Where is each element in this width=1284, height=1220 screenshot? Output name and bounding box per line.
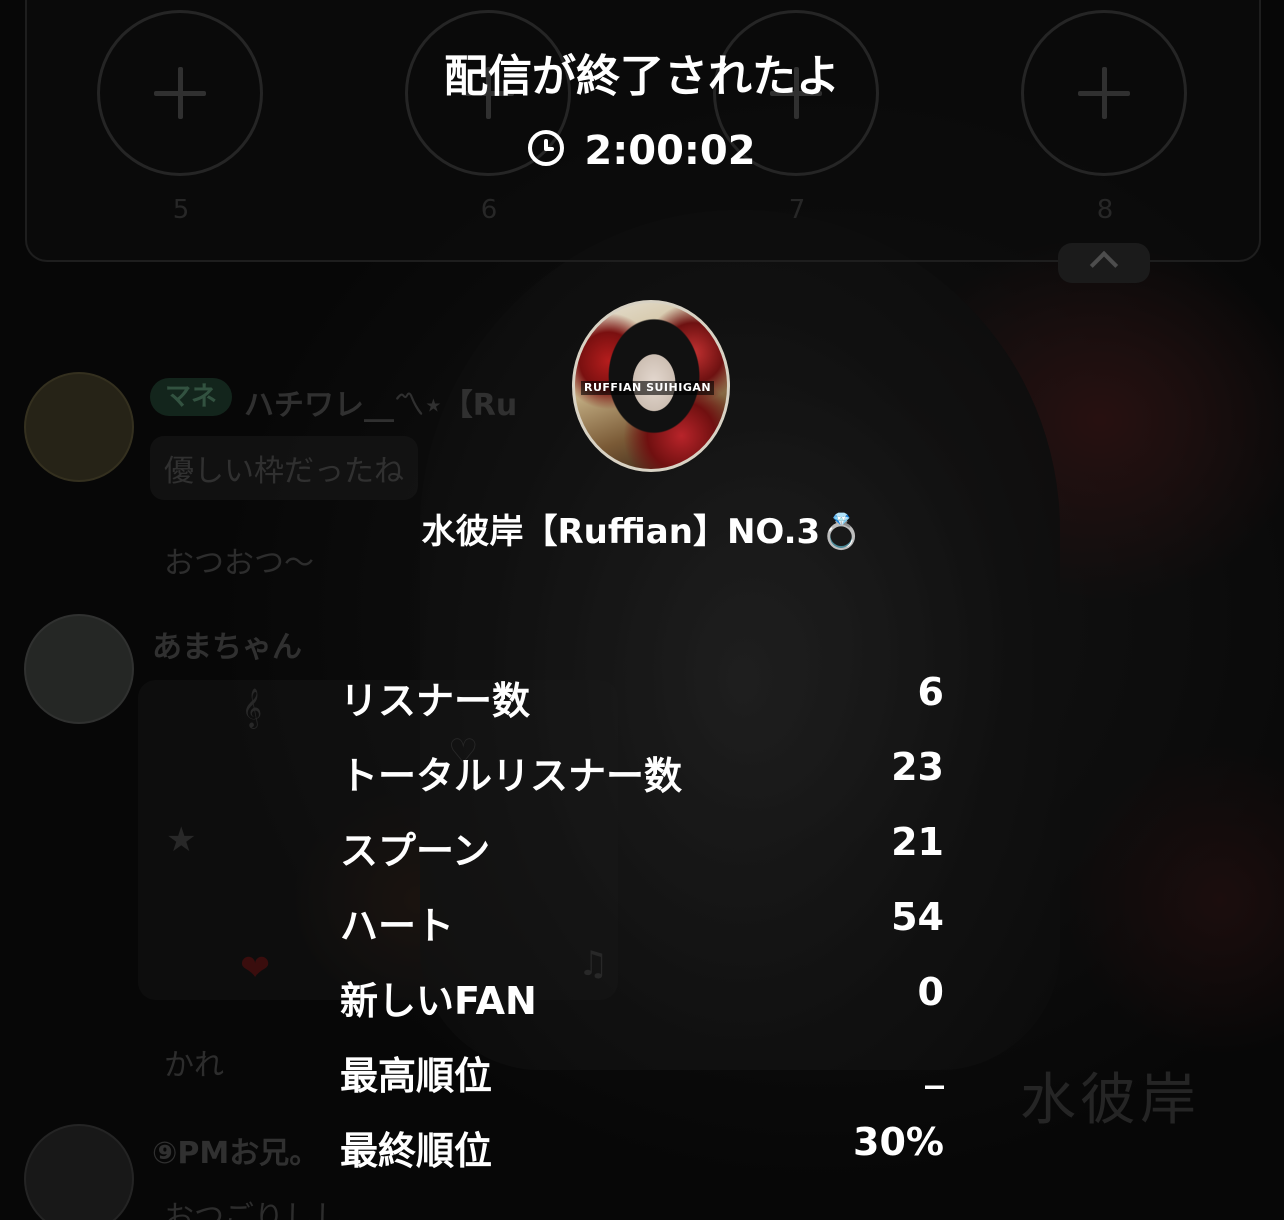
stat-row-listeners: リスナー数 6 (340, 670, 944, 745)
avatar-logo-text: RUFFIAN SUIHIGAN (581, 381, 715, 396)
stat-label: 新しいFAN (340, 979, 537, 1023)
stat-row-hearts: ハート 54 (340, 895, 944, 970)
broadcast-ended-title: 配信が終了されたよ (444, 51, 840, 102)
stat-row-final-rank: 最終順位 30% (340, 1120, 944, 1195)
host-name: 水彼岸【Ruffian】NO.3💍 (421, 512, 863, 552)
stat-row-new-fans: 新しいFAN 0 (340, 970, 944, 1045)
stat-value: 0 (917, 970, 944, 1014)
stat-label: 最高順位 (340, 1054, 493, 1098)
stat-value: _ (925, 1045, 944, 1089)
stat-value: 30% (853, 1120, 944, 1164)
stat-value: 6 (917, 670, 944, 714)
clock-icon (528, 130, 565, 166)
stat-row-highest-rank: 最高順位 _ (340, 1045, 944, 1120)
stat-row-spoons: スプーン 21 (340, 820, 944, 895)
broadcast-duration: 2:00:02 (0, 128, 1284, 174)
broadcast-stats: リスナー数 6 トータルリスナー数 23 スプーン 21 ハート 54 新しいF… (340, 670, 944, 1195)
stat-label: スプーン (340, 829, 491, 873)
host-avatar: RUFFIAN SUIHIGAN (572, 300, 730, 472)
stat-row-total-listeners: トータルリスナー数 23 (340, 745, 944, 820)
stat-value: 23 (891, 745, 944, 789)
stat-label: ハート (340, 904, 455, 948)
stat-value: 54 (891, 895, 944, 939)
duration-value: 2:00:02 (584, 128, 756, 174)
stat-label: 最終順位 (340, 1129, 493, 1173)
stat-label: トータルリスナー数 (340, 754, 683, 798)
stat-value: 21 (891, 820, 944, 864)
broadcast-ended-overlay: 配信が終了されたよ 2:00:02 RUFFIAN SUIHIGAN 水彼岸【R… (0, 0, 1284, 1220)
stat-label: リスナー数 (340, 679, 531, 723)
